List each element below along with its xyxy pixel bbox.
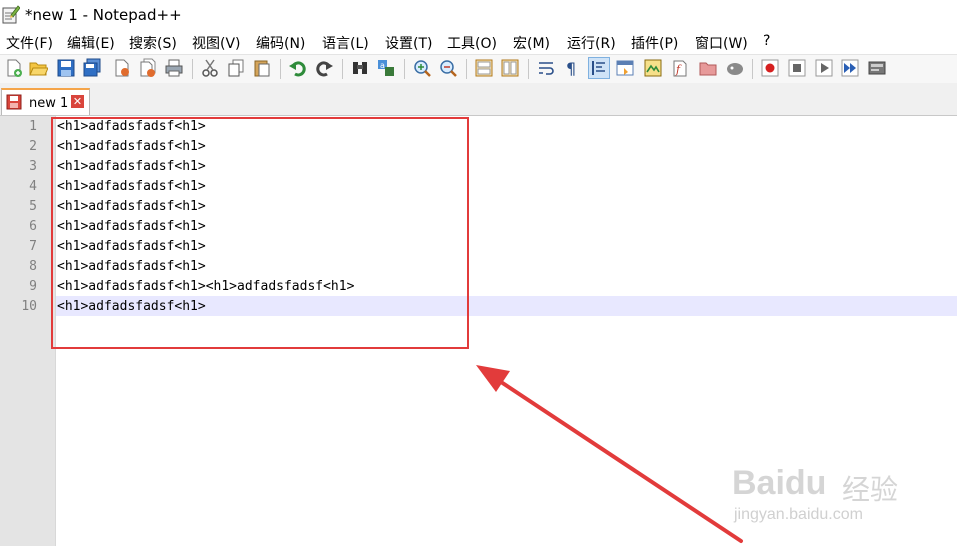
watermark-brand-cn: 经验 xyxy=(842,473,899,506)
svg-text:¶: ¶ xyxy=(566,59,576,78)
monitoring-icon[interactable] xyxy=(725,58,745,78)
toolbar-separator xyxy=(192,59,193,79)
line-number: 4 xyxy=(29,179,37,194)
menu-help[interactable]: ? xyxy=(763,33,770,49)
function-list-icon[interactable]: f xyxy=(670,58,690,78)
baidu-watermark: Baidu 经验 jingyan.baidu.com xyxy=(732,464,922,534)
cut-icon[interactable] xyxy=(200,58,220,78)
stop-record-icon[interactable] xyxy=(787,58,807,78)
copy-icon[interactable] xyxy=(226,58,246,78)
find-icon[interactable] xyxy=(350,58,370,78)
menu-settings[interactable]: 设置(T) xyxy=(385,33,432,53)
replace-icon[interactable]: a xyxy=(376,58,396,78)
unsaved-file-icon xyxy=(6,94,22,110)
undo-icon[interactable] xyxy=(288,58,308,78)
new-file-icon[interactable] xyxy=(4,58,24,78)
indent-guide-icon[interactable] xyxy=(588,57,610,79)
tab-label: new 1 xyxy=(29,96,69,111)
open-file-icon[interactable] xyxy=(28,58,48,78)
menu-encoding[interactable]: 编码(N) xyxy=(256,33,305,53)
line-number: 3 xyxy=(29,159,37,174)
folder-workspace-icon[interactable] xyxy=(698,58,718,78)
menu-bar: 文件(F) 编辑(E) 搜索(S) 视图(V) 编码(N) 语言(L) 设置(T… xyxy=(0,30,957,54)
line-number: 9 xyxy=(29,279,37,294)
save-all-icon[interactable] xyxy=(82,58,102,78)
menu-macro[interactable]: 宏(M) xyxy=(513,33,550,53)
notepad-plus-plus-icon xyxy=(2,5,20,24)
menu-file[interactable]: 文件(F) xyxy=(6,33,53,53)
zoom-in-icon[interactable] xyxy=(412,58,432,78)
toolbar-separator xyxy=(404,59,405,79)
save-icon[interactable] xyxy=(56,58,76,78)
record-macro-icon[interactable] xyxy=(760,58,780,78)
menu-window[interactable]: 窗口(W) xyxy=(695,33,748,53)
print-icon[interactable] xyxy=(164,58,184,78)
menu-plugins[interactable]: 插件(P) xyxy=(631,33,678,53)
line-number: 6 xyxy=(29,219,37,234)
toolbar-separator xyxy=(280,59,281,79)
tab-close-button[interactable]: ✕ xyxy=(71,95,84,108)
sync-horizontal-icon[interactable] xyxy=(500,58,520,78)
line-number: 8 xyxy=(29,259,37,274)
toolbar: a ¶ f xyxy=(0,54,957,84)
close-icon[interactable] xyxy=(112,58,132,78)
play-macro-icon[interactable] xyxy=(814,58,834,78)
paste-icon[interactable] xyxy=(252,58,272,78)
save-macro-icon[interactable] xyxy=(867,58,887,78)
run-macro-multiple-icon[interactable] xyxy=(840,58,860,78)
line-number: 10 xyxy=(21,299,37,314)
svg-text:a: a xyxy=(380,61,385,70)
annotation-highlight-box xyxy=(51,117,469,349)
doc-map-icon[interactable] xyxy=(643,58,663,78)
word-wrap-icon[interactable] xyxy=(536,58,556,78)
window-title: *new 1 - Notepad++ xyxy=(25,6,182,24)
menu-run[interactable]: 运行(R) xyxy=(567,33,616,53)
toolbar-separator xyxy=(466,59,467,79)
line-number: 5 xyxy=(29,199,37,214)
menu-tools[interactable]: 工具(O) xyxy=(447,33,497,53)
show-all-chars-icon[interactable]: ¶ xyxy=(562,58,582,78)
zoom-out-icon[interactable] xyxy=(438,58,458,78)
line-number-gutter: 1 2 3 4 5 6 7 8 9 10 xyxy=(0,116,56,546)
toolbar-separator xyxy=(528,59,529,79)
udl-icon[interactable] xyxy=(615,58,635,78)
watermark-brand: Baidu xyxy=(732,464,827,502)
tab-bar: new 1 ✕ xyxy=(0,83,957,116)
title-bar: *new 1 - Notepad++ xyxy=(0,0,957,30)
sync-vertical-icon[interactable] xyxy=(474,58,494,78)
menu-search[interactable]: 搜索(S) xyxy=(129,33,177,53)
menu-edit[interactable]: 编辑(E) xyxy=(67,33,115,53)
tab-new-1[interactable]: new 1 ✕ xyxy=(1,88,90,115)
line-number: 7 xyxy=(29,239,37,254)
line-number: 1 xyxy=(29,119,37,134)
close-all-icon[interactable] xyxy=(138,58,158,78)
menu-view[interactable]: 视图(V) xyxy=(192,33,241,53)
watermark-url: jingyan.baidu.com xyxy=(734,506,863,523)
menu-language[interactable]: 语言(L) xyxy=(322,33,369,53)
toolbar-separator xyxy=(342,59,343,79)
toolbar-separator xyxy=(752,59,753,79)
redo-icon[interactable] xyxy=(314,58,334,78)
line-number: 2 xyxy=(29,139,37,154)
